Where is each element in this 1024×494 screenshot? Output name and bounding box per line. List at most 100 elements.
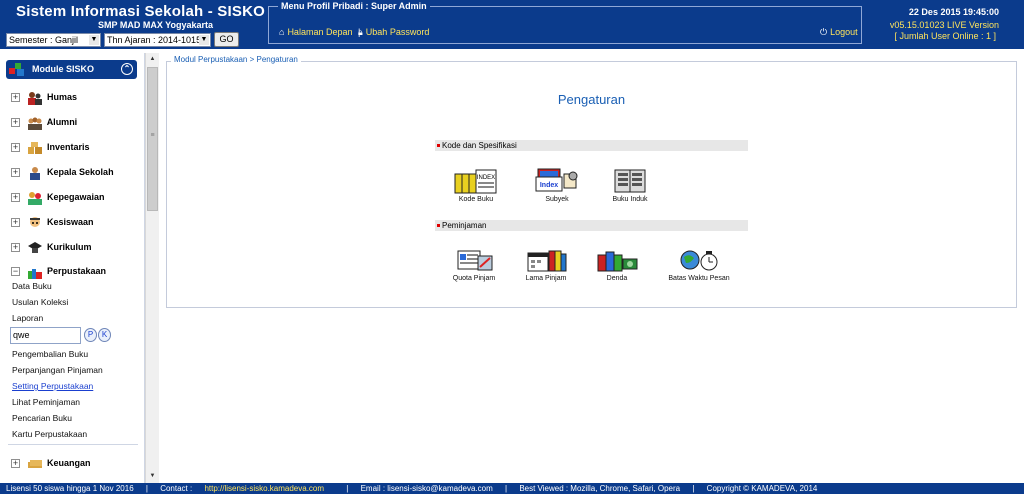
expand-icon[interactable]: + xyxy=(11,118,20,128)
sidebar-subitem-laporan[interactable]: Laporan xyxy=(12,313,43,323)
expand-icon[interactable]: + xyxy=(11,459,20,469)
sidebar-subitem-setting[interactable]: Setting Perpustakaan xyxy=(12,381,93,391)
batas-waktu-pesan-button[interactable]: Batas Waktu Pesan xyxy=(659,247,739,282)
sidebar-item-perpustakaan[interactable]: − Perpustakaan xyxy=(11,263,106,279)
sidebar-item-label: Perpustakaan xyxy=(47,266,107,276)
power-icon: ⏻ xyxy=(820,27,828,37)
graduates-icon xyxy=(27,117,42,130)
breadcrumb[interactable]: Modul Perpustakaan > Pengaturan xyxy=(171,55,301,64)
chevron-down-icon: ▼ xyxy=(89,35,99,45)
sidebar-item-humas[interactable]: + Humas xyxy=(11,89,77,105)
sidebar-subitem-lihat-peminjaman[interactable]: Lihat Peminjaman xyxy=(12,397,80,407)
people-icon xyxy=(27,91,42,105)
scroll-down-icon[interactable]: ▼ xyxy=(146,470,159,483)
sidebar: Module SISKO ⌃ + Humas + Alumni + Invent… xyxy=(0,53,145,483)
sidebar-item-kesiswaan[interactable]: + Kesiswaan xyxy=(11,214,94,230)
icon-label: Quota Pinjam xyxy=(452,275,496,282)
globe-clock-icon xyxy=(680,250,718,271)
footer-copyright: Copyright © KAMADEVA, 2014 xyxy=(706,484,818,493)
sidebar-scrollbar[interactable]: ▲ ≡ ▼ xyxy=(145,53,159,483)
scrollbar-thumb[interactable]: ≡ xyxy=(147,67,158,211)
expand-icon[interactable]: + xyxy=(11,243,20,253)
footer-separator: | xyxy=(145,484,148,493)
sidebar-item-alumni[interactable]: + Alumni xyxy=(11,114,77,130)
section-title: Peminjaman xyxy=(442,221,487,230)
sidebar-item-inventaris[interactable]: + Inventaris xyxy=(11,139,90,155)
sidebar-item-label: Humas xyxy=(47,92,78,102)
sidebar-item-kurikulum[interactable]: + Kurikulum xyxy=(11,239,92,255)
search-input[interactable]: qwe xyxy=(10,327,81,344)
library-icon xyxy=(27,268,42,279)
online-users: [ Jumlah User Online : 1 ] xyxy=(894,31,996,41)
collapse-icon[interactable]: ⌃ xyxy=(121,63,133,75)
sidebar-item-kepegawaian[interactable]: + Kepegawaian xyxy=(11,189,105,205)
go-button[interactable]: GO xyxy=(214,32,239,47)
money-icon xyxy=(27,459,42,468)
version-text: v05.15.01023 LIVE Version xyxy=(889,20,999,30)
buku-induk-button[interactable]: Buku Induk xyxy=(600,168,660,203)
icon-label: Batas Waktu Pesan xyxy=(668,275,730,282)
lama-pinjam-button[interactable]: Lama Pinjam xyxy=(516,247,576,282)
collapse-icon[interactable]: − xyxy=(11,267,20,277)
section-header-kode: Kode dan Spesifikasi xyxy=(435,140,748,151)
footer-license: Lisensi 50 siswa hingga 1 Nov 2016 xyxy=(6,484,134,493)
boxes-icon xyxy=(27,141,42,154)
semester-select[interactable]: Semester : Ganjil ▼ xyxy=(6,33,101,47)
subyek-button[interactable]: Index Subyek xyxy=(527,168,587,203)
footer-email[interactable]: Email : lisensi-sisko@kamadeva.com xyxy=(361,484,493,493)
logout-label: Logout xyxy=(830,27,858,37)
module-title: Module SISKO xyxy=(32,64,95,74)
semester-select-value: Semester : Ganjil xyxy=(9,35,79,45)
expand-icon[interactable]: + xyxy=(11,193,20,203)
sidebar-item-kepala-sekolah[interactable]: + Kepala Sekolah xyxy=(11,164,114,180)
sidebar-subitem-usulan-koleksi[interactable]: Usulan Koleksi xyxy=(12,297,68,307)
sidebar-item-keuangan[interactable]: + Keuangan xyxy=(11,455,91,471)
expand-icon[interactable]: + xyxy=(11,168,20,178)
calendar-books-icon xyxy=(527,250,567,272)
home-link[interactable]: ⌂ Halaman Depan | xyxy=(279,27,363,37)
person-icon xyxy=(29,166,40,180)
grip-icon: ≡ xyxy=(150,132,155,139)
scroll-up-icon[interactable]: ▲ xyxy=(146,53,159,66)
footer-separator: | xyxy=(505,484,508,493)
index-label: Index xyxy=(540,182,558,189)
footer-contact-link[interactable]: http://lisensi-sisko.kamadeva.com xyxy=(204,484,324,493)
divider xyxy=(8,444,138,445)
change-password-label: Ubah Password xyxy=(365,27,430,37)
section-title: Kode dan Spesifikasi xyxy=(442,141,517,150)
sidebar-subitem-pengembalian[interactable]: Pengembalian Buku xyxy=(12,349,88,359)
year-select-value: Thn Ajaran : 2014-1015 xyxy=(107,35,202,45)
denda-button[interactable]: Denda xyxy=(587,247,647,282)
module-header[interactable]: Module SISKO ⌃ xyxy=(6,60,137,79)
sidebar-item-label: Kepegawaian xyxy=(47,192,105,202)
footer-best-viewed: Best Viewed : Mozilla, Chrome, Safari, O… xyxy=(519,484,681,493)
icon-label: Kode Buku xyxy=(458,196,494,203)
index-books-icon: INDEX xyxy=(454,169,497,194)
sidebar-item-label: Kepala Sekolah xyxy=(47,167,114,177)
home-icon: ⌂ xyxy=(279,27,285,37)
p-button[interactable]: P xyxy=(84,328,97,342)
sidebar-item-label: Keuangan xyxy=(47,458,91,468)
sidebar-subitem-data-buku[interactable]: Data Buku xyxy=(12,281,52,291)
module-cubes-icon xyxy=(9,63,24,76)
expand-icon[interactable]: + xyxy=(11,218,20,228)
sidebar-subitem-perpanjangan[interactable]: Perpanjangan Pinjaman xyxy=(12,365,103,375)
k-button[interactable]: K xyxy=(98,328,111,342)
sidebar-subitem-pencarian[interactable]: Pencarian Buku xyxy=(12,413,72,423)
staff-icon xyxy=(27,191,42,205)
expand-icon[interactable]: + xyxy=(11,143,20,153)
fine-books-icon xyxy=(597,251,638,272)
footer-separator: | xyxy=(346,484,349,493)
icon-label: Subyek xyxy=(545,196,569,203)
master-book-icon xyxy=(614,169,646,193)
expand-icon[interactable]: + xyxy=(11,93,20,103)
quota-pinjam-button[interactable]: Quota Pinjam xyxy=(444,247,504,282)
sidebar-subitem-kartu[interactable]: Kartu Perpustakaan xyxy=(12,429,87,439)
student-icon xyxy=(29,216,40,227)
datetime: 22 Des 2015 19:45:00 xyxy=(908,7,999,17)
change-password-link[interactable]: 🔒︎ Ubah Password xyxy=(358,27,429,38)
year-select[interactable]: Thn Ajaran : 2014-1015 ▼ xyxy=(104,33,211,47)
kode-buku-button[interactable]: INDEX Kode Buku xyxy=(446,168,506,203)
logout-link[interactable]: ⏻ Logout xyxy=(820,27,858,38)
lock-icon: 🔒︎ xyxy=(358,27,363,37)
